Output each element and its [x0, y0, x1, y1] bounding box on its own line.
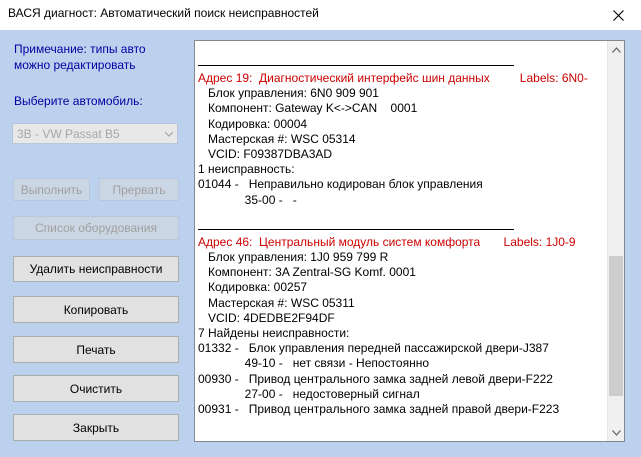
report-line: 1 неисправность:	[198, 162, 295, 177]
report-line: VCID: 4DEDBE2F94DF	[198, 310, 335, 325]
vertical-scrollbar[interactable]	[607, 41, 624, 441]
report-line: 00930 - Привод центрального замка задней…	[198, 371, 553, 386]
report-line: Кодировка: 00004	[198, 116, 308, 131]
chevron-down-icon	[164, 131, 174, 137]
report-line: Компонент: 3A Zentral-SG Komf. 0001	[198, 265, 416, 280]
equipment-list-button[interactable]: Список оборудования	[13, 216, 179, 240]
report-line: 27-00 - недостоверный сигнал	[198, 386, 420, 401]
report-line: 49-10 - нет связи - Непостоянно	[198, 356, 430, 371]
report-separator	[198, 223, 606, 235]
report-line	[198, 208, 606, 223]
report-listbox[interactable]: Адрес 19: Диагностический интерфейс шин …	[194, 40, 625, 442]
report-line: Компонент: Gateway K<->CAN 0001	[198, 101, 418, 116]
report-line: 01044 - Неправильно кодирован блок управ…	[198, 177, 483, 192]
window-title: ВАСЯ диагност: Автоматический поиск неис…	[8, 6, 319, 20]
note-text: Примечание: типы авто можно редактироват…	[14, 41, 184, 73]
report-line: Блок управления: 1J0 959 799 R	[198, 250, 389, 265]
chevron-up-icon	[611, 46, 621, 53]
report-line: VCID: F09387DBA3AD	[198, 146, 333, 161]
report-line: 00931 - Привод центрального замка задней…	[198, 401, 560, 416]
vehicle-select[interactable]: 3B - VW Passat B5	[12, 123, 178, 144]
vehicle-select-label: Выберите автомобиль:	[14, 94, 143, 108]
report-line: Мастерская #: WSC 05311	[198, 295, 355, 310]
scroll-up-button[interactable]	[608, 41, 624, 58]
copy-button[interactable]: Копировать	[13, 296, 179, 323]
chevron-down-icon	[611, 429, 621, 436]
vehicle-select-value: 3B - VW Passat B5	[17, 127, 120, 141]
abort-button[interactable]: Прервать	[99, 178, 179, 201]
report-module-header: Адрес 19: Диагностический интерфейс шин …	[198, 71, 588, 85]
print-button[interactable]: Печать	[13, 336, 179, 363]
clear-button[interactable]: Очистить	[13, 375, 179, 402]
report-line: Мастерская #: WSC 05314	[198, 131, 356, 146]
report-line: 7 Найдены неисправности:	[198, 326, 350, 340]
main-window: ВАСЯ диагност: Автоматический поиск неис…	[0, 0, 641, 457]
report-line: Блок управления: 6N0 909 901	[198, 86, 379, 101]
scroll-down-button[interactable]	[608, 424, 624, 441]
report-module-header: Адрес 46: Центральный модуль систем комф…	[198, 234, 576, 249]
window-close-button[interactable]	[595, 0, 641, 30]
delete-faults-button[interactable]: Удалить неисправности	[13, 256, 179, 282]
report-line: Кодировка: 00257	[198, 280, 308, 295]
scroll-thumb[interactable]	[609, 256, 623, 396]
note-line-1: Примечание: типы авто	[14, 42, 146, 56]
close-button[interactable]: Закрыть	[13, 414, 179, 441]
execute-button[interactable]: Выполнить	[13, 178, 90, 201]
report-separator	[198, 59, 606, 71]
close-icon	[612, 9, 624, 21]
title-bar: ВАСЯ диагност: Автоматический поиск неис…	[0, 0, 641, 30]
report-line: 01332 - Блок управления передней пассажи…	[198, 341, 549, 356]
note-line-2: можно редактировать	[14, 58, 136, 72]
report-content: Адрес 19: Диагностический интерфейс шин …	[198, 59, 606, 417]
report-line: 35-00 - -	[198, 192, 297, 207]
